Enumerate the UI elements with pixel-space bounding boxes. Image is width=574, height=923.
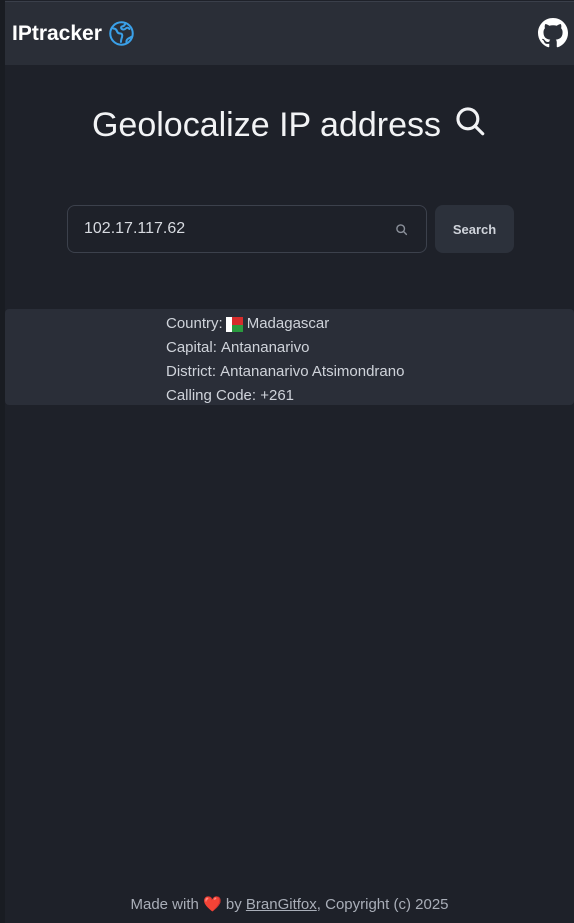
- country-label: Country:: [166, 315, 223, 332]
- github-icon: [538, 18, 568, 48]
- author-link[interactable]: BranGitfox: [246, 896, 317, 913]
- capital-label: Capital:: [166, 339, 217, 356]
- calling-code-value: +261: [260, 387, 295, 404]
- district-label: District:: [166, 363, 216, 380]
- footer-copyright: , Copyright (c) 2025: [316, 896, 449, 913]
- brand[interactable]: IPtracker: [12, 20, 135, 47]
- result-lines: Country: Madagascar Capital: Antananariv…: [166, 312, 404, 408]
- globe-icon: [108, 20, 135, 47]
- district-row: District: Antananarivo Atsimondrano: [166, 360, 404, 384]
- github-link[interactable]: [538, 18, 568, 48]
- ip-search-input[interactable]: 102.17.117.62: [84, 220, 185, 238]
- footer-by: by: [225, 896, 242, 913]
- madagascar-flag-icon: [225, 316, 243, 332]
- calling-code-label: Calling Code:: [166, 387, 257, 404]
- heart-icon: ❤️: [203, 896, 222, 913]
- capital-row: Capital: Antananarivo: [166, 336, 404, 360]
- page-title: Geolocalize IP address: [5, 104, 574, 147]
- ip-search-field[interactable]: 102.17.117.62: [67, 205, 427, 253]
- navbar: IPtracker: [5, 1, 574, 65]
- brand-name: IPtracker: [12, 21, 102, 45]
- footer-made-with: Made with: [130, 896, 199, 913]
- result-panel: Country: Madagascar Capital: Antananariv…: [5, 309, 574, 405]
- page-title-text: Geolocalize IP address: [91, 106, 441, 144]
- capital-value: Antananarivo: [221, 339, 310, 356]
- district-value: Antananarivo Atsimondrano: [220, 363, 405, 380]
- footer: Made with ❤️ by BranGitfox, Copyright (c…: [5, 895, 574, 913]
- search-button[interactable]: Search: [435, 205, 514, 253]
- calling-code-row: Calling Code: +261: [166, 384, 404, 408]
- country-row: Country: Madagascar: [166, 312, 404, 336]
- country-value: Madagascar: [246, 315, 330, 332]
- search-icon: [453, 104, 487, 147]
- input-search-icon: [395, 223, 408, 241]
